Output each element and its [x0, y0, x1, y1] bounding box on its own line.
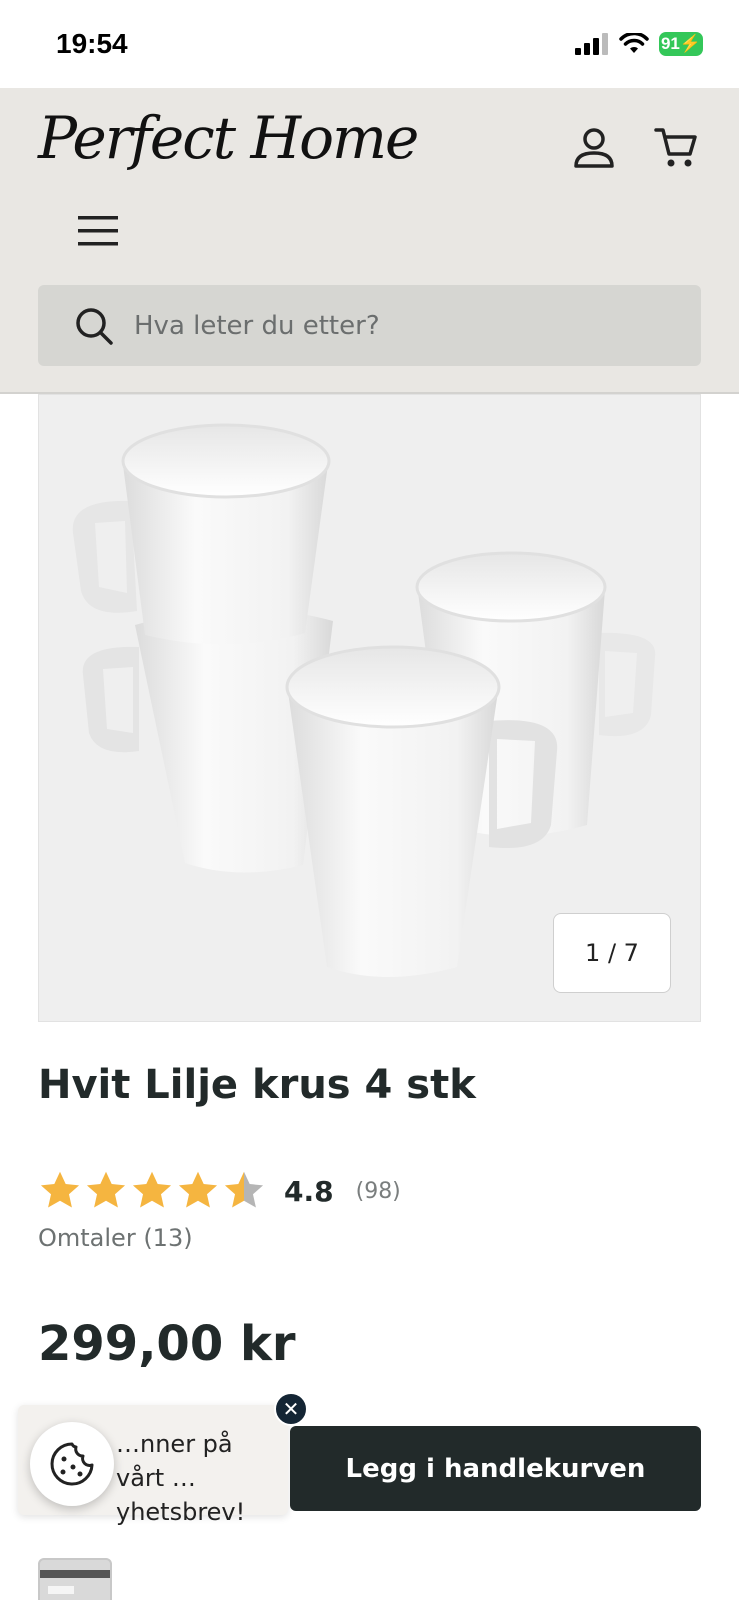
add-to-cart-button[interactable]: Legg i handlekurven — [290, 1426, 701, 1511]
product-price: 299,00 kr — [38, 1316, 296, 1372]
newsletter-text[interactable]: …nner på vårt …yhetsbrev! — [116, 1427, 284, 1529]
account-icon — [574, 128, 614, 168]
cookie-settings-button[interactable] — [30, 1422, 114, 1506]
search-input[interactable] — [134, 310, 654, 341]
rating-value: 4.8 — [284, 1174, 334, 1208]
status-bar: 19:54 91 ⚡ — [0, 0, 739, 88]
close-button[interactable]: ✕ — [274, 1392, 308, 1426]
search-bar[interactable] — [38, 285, 701, 366]
status-time: 19:54 — [56, 28, 128, 59]
search-icon[interactable] — [72, 304, 116, 348]
battery-level: 91 — [660, 34, 680, 53]
status-icons: 91 ⚡ — [575, 32, 703, 56]
signal-icon — [575, 33, 608, 55]
cart-button[interactable] — [648, 120, 704, 176]
reviews-link[interactable]: Omtaler (13) — [38, 1224, 193, 1252]
menu-icon — [78, 216, 118, 246]
star-icon — [86, 1171, 126, 1208]
battery-indicator: 91 ⚡ — [659, 32, 703, 56]
rating-stars — [38, 1169, 266, 1213]
star-icon — [178, 1171, 218, 1208]
rating-row[interactable]: 4.8 (98) — [38, 1166, 401, 1216]
logo[interactable]: Perfect Home — [38, 104, 419, 172]
star-icon — [40, 1171, 80, 1208]
cookie-icon — [50, 1442, 94, 1486]
star-half-icon — [224, 1171, 264, 1208]
account-button[interactable] — [566, 120, 622, 176]
cart-icon — [654, 128, 697, 167]
rating-count: (98) — [355, 1178, 401, 1204]
menu-button[interactable] — [70, 203, 126, 259]
star-icon — [132, 1171, 172, 1208]
product-image[interactable]: 1 / 7 — [38, 394, 701, 1022]
product-title: Hvit Lilje krus 4 stk — [38, 1062, 476, 1108]
image-counter: 1 / 7 — [553, 913, 671, 993]
wifi-icon — [619, 33, 649, 53]
close-icon: ✕ — [282, 1397, 300, 1421]
site-header: Perfect Home — [0, 88, 739, 394]
payment-card-icon — [38, 1558, 112, 1600]
